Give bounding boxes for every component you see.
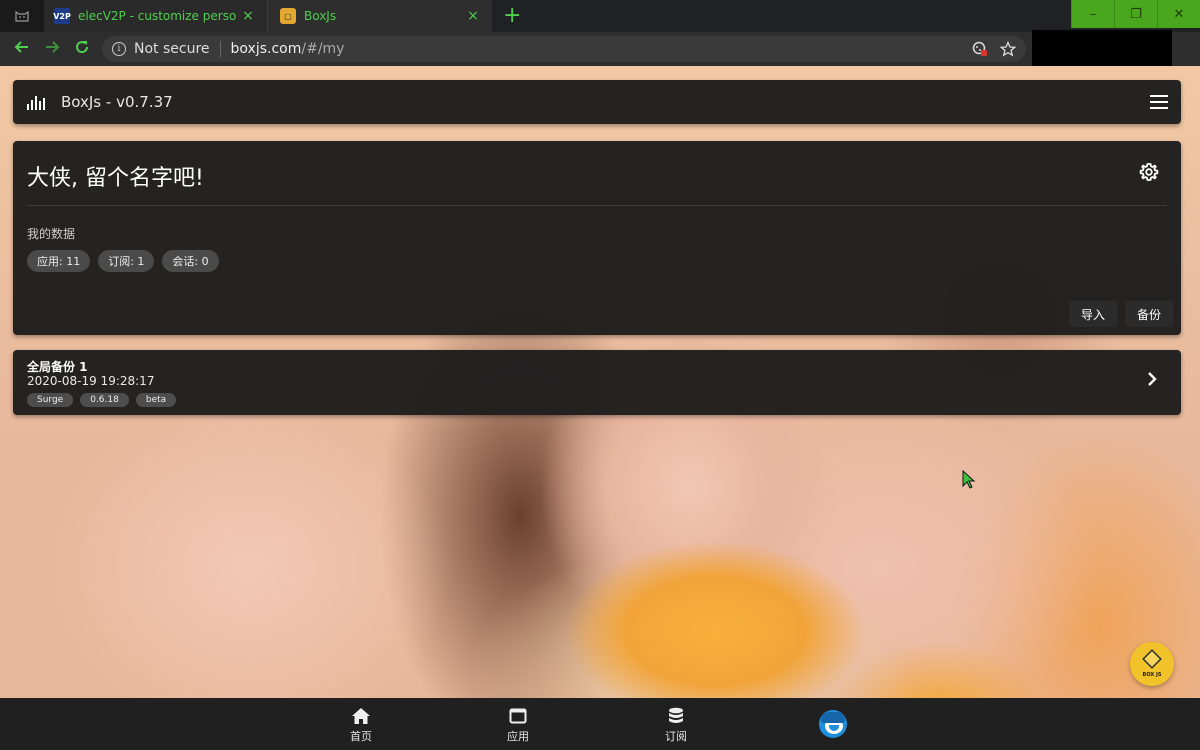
elecv2p-favicon-icon: V2P (53, 8, 71, 24)
import-button[interactable]: 导入 (1068, 301, 1117, 327)
stats-chips: 应用: 11 订阅: 1 会话: 0 (27, 250, 219, 272)
tab-strip: V2P elecV2P - customize personal × □ Box… (0, 0, 1200, 32)
profile-card: 大侠, 留个名字吧! 我的数据 应用: 11 订阅: 1 会话: 0 导入 备份 (13, 141, 1181, 335)
gear-icon[interactable] (1139, 162, 1159, 182)
nav-item-subscriptions[interactable]: 订阅 (641, 706, 711, 744)
window-controls: – ❐ ✕ (1071, 0, 1200, 28)
cat-icon (15, 10, 29, 22)
close-window-button[interactable]: ✕ (1157, 0, 1200, 28)
tab-elecv2p[interactable]: V2P elecV2P - customize personal × (44, 0, 268, 32)
menu-icon[interactable] (1150, 95, 1168, 109)
tab-boxjs[interactable]: □ BoxJs × (268, 0, 492, 32)
nav-item-apps[interactable]: 应用 (483, 706, 553, 744)
url-path: /#/my (301, 41, 345, 57)
tab-title: BoxJs (304, 9, 337, 23)
app-title: BoxJs - v0.7.37 (61, 93, 173, 111)
bottom-nav: 首页 应用 订阅 (0, 698, 1200, 750)
window-icon (483, 706, 553, 726)
forward-arrow-icon[interactable] (42, 39, 62, 59)
tab-ghost[interactable] (0, 0, 44, 32)
app-bar: BoxJs - v0.7.37 (13, 80, 1181, 124)
subscriptions-count-chip[interactable]: 订阅: 1 (98, 250, 155, 272)
apps-count-chip[interactable]: 应用: 11 (27, 250, 91, 272)
database-icon (641, 706, 711, 726)
new-tab-button[interactable]: + (503, 3, 521, 29)
address-bar[interactable]: i Not secure boxjs.com /#/my (102, 36, 1026, 62)
my-data-label: 我的数据 (27, 227, 76, 241)
backup-tag: 0.6.18 (80, 393, 129, 407)
boxjs-favicon-icon: □ (280, 8, 296, 24)
tab-close-icon[interactable]: × (237, 8, 259, 24)
backup-timestamp: 2020-08-19 19:28:17 (27, 374, 155, 388)
minimize-button[interactable]: – (1071, 0, 1114, 28)
backup-button[interactable]: 备份 (1124, 301, 1173, 327)
url-host: boxjs.com (230, 41, 302, 57)
boxjs-fab-button[interactable]: BOX JS (1130, 642, 1174, 686)
nav-label: 首页 (350, 730, 372, 743)
security-label: Not secure (134, 41, 210, 57)
backup-title: 全局备份 1 (27, 360, 88, 374)
profile-actions: 导入 备份 (1068, 301, 1173, 327)
page-background: BoxJs - v0.7.37 大侠, 留个名字吧! 我的数据 应用: 11 订… (0, 66, 1200, 750)
divider (219, 41, 221, 57)
chevron-right-icon[interactable] (1147, 370, 1157, 391)
browser-toolbar: i Not secure boxjs.com /#/my (0, 32, 1200, 86)
nav-label: 订阅 (665, 730, 687, 743)
backup-tag: Surge (27, 393, 74, 407)
backup-tags: Surge 0.6.18 beta (27, 393, 177, 407)
star-icon[interactable] (999, 40, 1017, 61)
home-icon (326, 706, 396, 726)
boxjs-logo-icon (27, 94, 45, 110)
backup-entry[interactable]: 全局备份 1 2020-08-19 19:28:17 Surge 0.6.18 … (13, 350, 1181, 415)
info-icon[interactable]: i (112, 42, 126, 56)
backup-tag: beta (135, 393, 177, 407)
restore-button[interactable]: ❐ (1114, 0, 1157, 28)
tab-close-icon[interactable]: × (462, 8, 484, 24)
divider (27, 205, 1167, 206)
sessions-count-chip[interactable]: 会话: 0 (162, 250, 219, 272)
greeting-title[interactable]: 大侠, 留个名字吧! (27, 160, 204, 192)
nav-label: 应用 (507, 730, 529, 743)
box-icon (1142, 649, 1162, 669)
blocked-cookie-icon[interactable] (972, 41, 988, 61)
reload-icon[interactable] (72, 39, 92, 59)
back-arrow-icon[interactable] (12, 39, 32, 59)
redacted-area (1032, 30, 1172, 68)
tab-title: elecV2P - customize personal (78, 9, 237, 23)
avatar-hair (821, 712, 845, 723)
fab-label: BOX JS (1142, 672, 1162, 678)
nav-item-home[interactable]: 首页 (326, 706, 396, 744)
avatar-icon[interactable] (819, 710, 847, 738)
